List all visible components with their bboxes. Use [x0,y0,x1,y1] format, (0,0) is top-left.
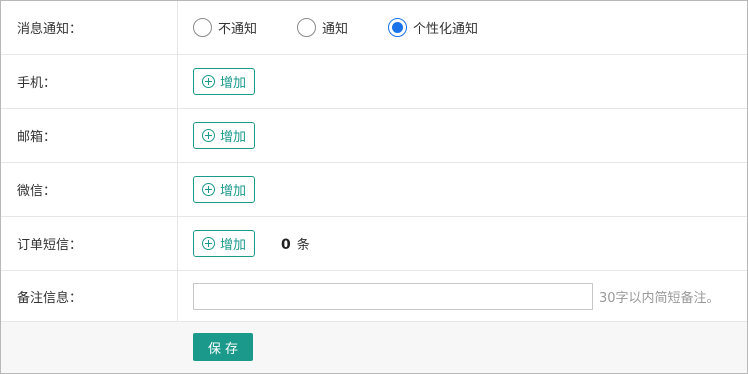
radio-label: 个性化通知 [413,22,479,37]
notification-settings-form: 消息通知： 不通知 通知 个性化通知 手机： 增加 邮箱： 增加 微信： 增加 … [0,0,748,374]
order-sms-label: 订单短信： [1,217,178,270]
plus-circle-icon [202,237,215,250]
email-row: 邮箱： 增加 [1,109,747,163]
wechat-value: 增加 [179,163,747,216]
radio-circle-checked-icon[interactable] [388,18,408,37]
sms-count: 0 条 [281,234,310,253]
email-value: 增加 [179,109,747,162]
phone-label: 手机： [1,55,178,108]
add-email-button[interactable]: 增加 [193,122,256,149]
radio-label: 通知 [322,22,349,37]
add-order-sms-button[interactable]: 增加 [193,230,256,257]
email-label: 邮箱： [1,109,178,162]
remark-label: 备注信息： [1,271,178,321]
add-button-label: 增加 [220,238,247,253]
wechat-row: 微信： 增加 [1,163,747,217]
plus-circle-icon [202,75,215,88]
notification-row: 消息通知： 不通知 通知 个性化通知 [1,1,747,55]
radio-circle-icon[interactable] [297,18,317,37]
form-footer: 保存 [1,322,747,373]
remark-hint: 30字以内简短备注。 [599,290,720,306]
wechat-label: 微信： [1,163,178,216]
sms-count-number: 0 [281,237,291,253]
notification-label: 消息通知： [1,1,178,54]
radio-custom-notify[interactable]: 个性化通知 [388,18,478,37]
add-button-label: 增加 [220,130,247,145]
radio-no-notify[interactable]: 不通知 [193,18,257,37]
sms-count-unit: 条 [296,238,310,253]
notification-options: 不通知 通知 个性化通知 [179,1,747,54]
add-button-label: 增加 [220,76,247,91]
plus-circle-icon [202,183,215,196]
radio-label: 不通知 [218,22,258,37]
remark-row: 备注信息： 30字以内简短备注。 [1,271,747,322]
phone-row: 手机： 增加 [1,55,747,109]
remark-value: 30字以内简短备注。 [179,271,747,321]
save-button[interactable]: 保存 [193,333,253,361]
phone-value: 增加 [179,55,747,108]
add-phone-button[interactable]: 增加 [193,68,256,95]
radio-circle-icon[interactable] [193,18,212,37]
order-sms-row: 订单短信： 增加 0 条 [1,217,747,271]
plus-circle-icon [202,129,215,142]
add-wechat-button[interactable]: 增加 [193,176,256,203]
order-sms-value: 增加 0 条 [179,217,747,270]
remark-input[interactable] [193,282,593,310]
add-button-label: 增加 [220,184,247,199]
radio-notify[interactable]: 通知 [297,18,348,37]
